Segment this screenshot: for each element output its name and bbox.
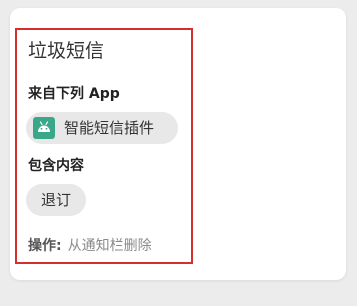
app-name: 智能短信插件 <box>64 119 155 137</box>
keyword-text: 退订 <box>40 191 71 209</box>
contains-label: 包含内容 <box>28 158 84 174</box>
android-robot-icon <box>33 117 55 139</box>
action-label: 操作: <box>28 238 62 254</box>
action-row: 操作: 从通知栏删除 <box>28 236 152 256</box>
from-apps-label: 来自下列 App <box>28 86 120 102</box>
rule-title: 垃圾短信 <box>28 40 105 62</box>
screen: 垃圾短信 来自下列 App 智能短信插件 包含内容 退订 操作: 从通知栏删除 <box>0 0 357 306</box>
action-value: 从通知栏删除 <box>67 238 152 254</box>
keyword-chip[interactable]: 退订 <box>26 184 86 216</box>
app-chip[interactable]: 智能短信插件 <box>26 112 178 144</box>
